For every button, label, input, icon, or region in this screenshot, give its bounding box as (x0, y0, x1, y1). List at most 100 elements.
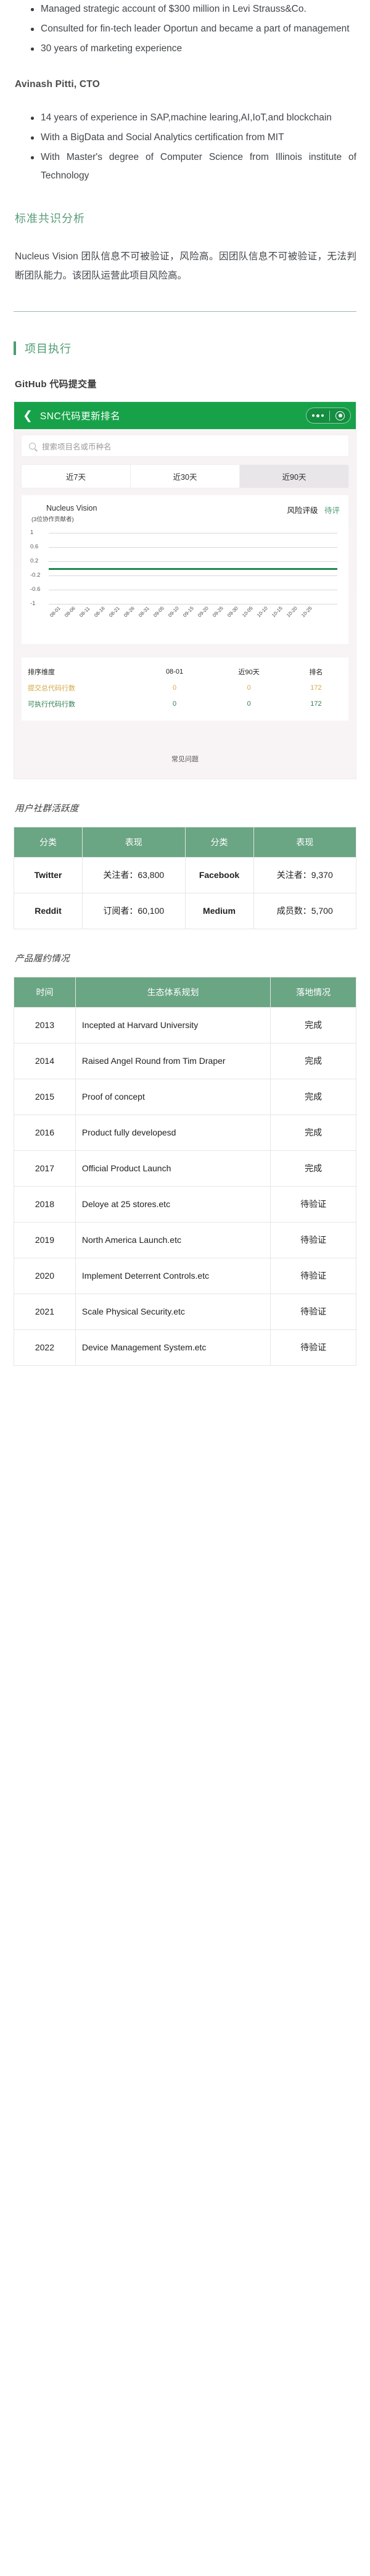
table-header-row: 排序维度 08-01 近90天 排名 (28, 664, 342, 680)
app-search-area: 搜索项目名或币种名 (14, 429, 356, 456)
cto-bullet-list: 14 years of experience in SAP,machine le… (14, 109, 356, 185)
cell: 0 (247, 684, 251, 692)
metric-facebook: 关注者：9,370 (253, 857, 356, 893)
col-time: 时间 (14, 977, 76, 1008)
roadmap-status: 完成 (270, 1150, 356, 1187)
y-tick-n06: -0.6 (30, 586, 41, 593)
series-line (49, 568, 337, 570)
y-tick-n02: -0.2 (30, 572, 41, 579)
table-row: 2022 Device Management System.etc 待验证 (14, 1329, 356, 1366)
table-row: 2014 Raised Angel Round from Tim Draper … (14, 1043, 356, 1079)
consensus-paragraph: Nucleus Vision 团队信息不可被验证，风险高。因团队信息不可被验证，… (15, 251, 356, 281)
faq-link[interactable]: 常见问题 (14, 721, 356, 779)
roadmap-plan: Official Product Launch (75, 1150, 271, 1187)
col-status: 落地情况 (270, 977, 356, 1008)
x-axis-labels: 08-01 08-06 08-11 08-16 08-21 08-26 08-3… (49, 606, 337, 640)
roadmap-year: 2016 (14, 1114, 76, 1151)
table-row: 提交总代码行数 0 0 172 (28, 680, 342, 696)
platform-facebook: Facebook (184, 857, 254, 893)
table-row: 2021 Scale Physical Security.etc 待验证 (14, 1294, 356, 1330)
chevron-left-icon[interactable]: ❮ (23, 410, 33, 422)
col-plan: 生态体系规划 (75, 977, 271, 1008)
col-category-2: 分类 (184, 827, 254, 858)
roadmap-status: 待验证 (270, 1222, 356, 1258)
cell: 172 (310, 684, 322, 692)
roadmap-plan: North America Launch.etc (75, 1222, 271, 1258)
risk-label: 风险评级 (287, 506, 318, 515)
range-tabs[interactable]: 近7天 近30天 近90天 (22, 465, 348, 488)
table-header-row: 分类 表现 分类 表现 (14, 827, 356, 858)
table-row: Twitter 关注者：63,800 Facebook 关注者：9,370 (14, 857, 356, 893)
roadmap-year: 2015 (14, 1079, 76, 1115)
col-range: 近90天 (238, 669, 260, 676)
roadmap-status: 待验证 (270, 1258, 356, 1294)
cell: 0 (172, 700, 177, 708)
col-rank: 排名 (309, 669, 323, 676)
card-header: Nucleus Vision (3位协作贡献者) 风险评级 待评 (30, 504, 340, 523)
roadmap-plan: Device Management System.etc (75, 1329, 271, 1366)
app-capsule-controls[interactable] (306, 408, 351, 424)
gridline (49, 561, 337, 562)
roadmap-plan: Implement Deterrent Controls.etc (75, 1258, 271, 1294)
roadmap-status: 待验证 (270, 1329, 356, 1366)
table-row: Reddit 订阅者：60,100 Medium 成员数：5,700 (14, 893, 356, 929)
search-input[interactable]: 搜索项目名或币种名 (22, 435, 348, 456)
report-page: Managed strategic account of $300 millio… (0, 0, 370, 1390)
list-item: Consulted for fin-tech leader Oportun an… (31, 20, 356, 38)
col-dimension: 排序维度 (28, 669, 55, 676)
metric-twitter: 关注者：63,800 (82, 857, 186, 893)
rank-table: 排序维度 08-01 近90天 排名 提交总代码行数 0 0 172 可执行代码… (22, 658, 348, 721)
project-name: Nucleus Vision (46, 504, 97, 512)
consensus-heading: 标准共识分析 (15, 212, 85, 225)
list-item: With Master's degree of Computer Science… (31, 148, 356, 185)
cell: 0 (247, 700, 251, 708)
y-tick-1: 1 (30, 529, 34, 536)
roadmap-plan: Product fully developesd (75, 1114, 271, 1151)
table-row: 可执行代码行数 0 0 172 (28, 696, 342, 712)
roadmap-plan: Deloye at 25 stores.etc (75, 1186, 271, 1223)
roadmap-year: 2014 (14, 1043, 76, 1079)
platform-medium: Medium (184, 893, 254, 929)
roadmap-plan: Raised Angel Round from Tim Draper (75, 1043, 271, 1079)
row-label: 提交总代码行数 (28, 685, 75, 692)
roadmap-status: 待验证 (270, 1294, 356, 1330)
tab-90d[interactable]: 近90天 (240, 465, 348, 488)
cto-name: Avinash Pitti, CTO (15, 79, 100, 90)
platform-reddit: Reddit (14, 893, 83, 929)
roadmap-year: 2021 (14, 1294, 76, 1330)
roadmap-status: 完成 (270, 1007, 356, 1043)
platform-twitter: Twitter (14, 857, 83, 893)
col-category-1: 分类 (14, 827, 83, 858)
col-metric-2: 表现 (253, 827, 356, 858)
roadmap-year: 2017 (14, 1150, 76, 1187)
table-row: 2016 Product fully developesd 完成 (14, 1114, 356, 1151)
roadmap-year: 2020 (14, 1258, 76, 1294)
roadmap-year: 2022 (14, 1329, 76, 1366)
execution-heading: 项目执行 (14, 340, 356, 356)
app-navbar: ❮ SNC代码更新排名 (14, 402, 356, 429)
cmo-bullet-list: Managed strategic account of $300 millio… (14, 0, 356, 58)
col-metric-1: 表现 (82, 827, 186, 858)
tab-30d[interactable]: 近30天 (131, 465, 240, 488)
list-item: 30 years of marketing experience (31, 40, 356, 58)
table-row: 2019 North America Launch.etc 待验证 (14, 1222, 356, 1258)
table-row: 2015 Proof of concept 完成 (14, 1079, 356, 1115)
risk-value: 待评 (324, 506, 340, 515)
roadmap-status: 待验证 (270, 1186, 356, 1223)
metric-medium: 成员数：5,700 (253, 893, 356, 929)
roadmap-plan: Incepted at Harvard University (75, 1007, 271, 1043)
roadmap-year: 2013 (14, 1007, 76, 1043)
col-date: 08-01 (165, 668, 184, 675)
list-item: With a BigData and Social Analytics cert… (31, 128, 356, 147)
contributor-count: (3位协作贡献者) (31, 516, 74, 523)
project-chart-card: Nucleus Vision (3位协作贡献者) 风险评级 待评 1 0.6 0… (22, 495, 348, 644)
list-item: Managed strategic account of $300 millio… (31, 0, 356, 19)
project-info: Nucleus Vision (3位协作贡献者) (30, 504, 97, 523)
search-icon (29, 442, 36, 450)
target-icon[interactable] (335, 411, 345, 420)
more-dots-icon[interactable] (312, 414, 324, 417)
roadmap-table: 时间 生态体系规划 落地情况 2013 Incepted at Harvard … (14, 977, 356, 1366)
roadmap-status: 完成 (270, 1114, 356, 1151)
tab-7d[interactable]: 近7天 (22, 465, 131, 488)
row-label: 可执行代码行数 (28, 701, 75, 708)
